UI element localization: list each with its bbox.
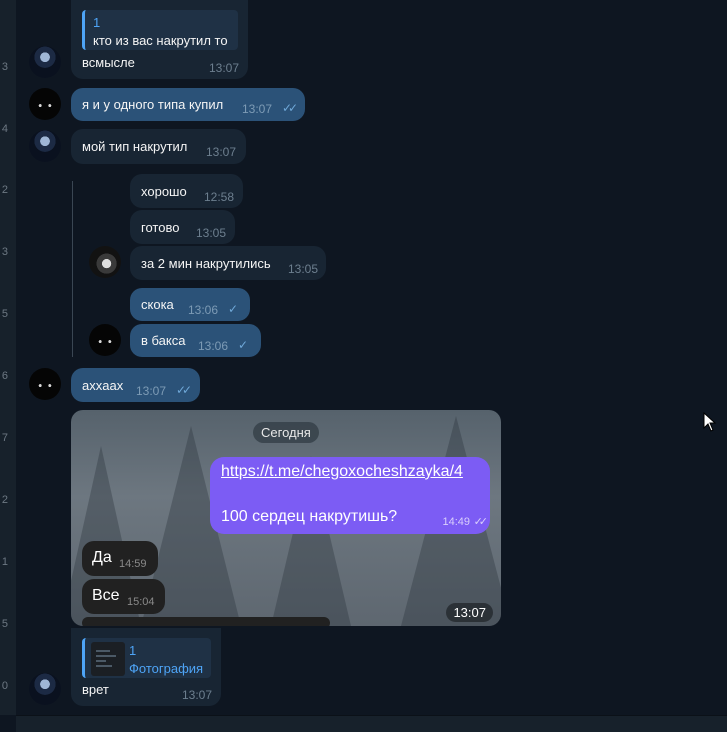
message-time: 13:05 <box>288 262 319 276</box>
gutter-number: 0 <box>1 680 8 692</box>
message-text: я и у одного типа купил <box>82 97 224 112</box>
gutter-number: 3 <box>1 246 8 258</box>
quote-text: кто из вас накрутил то <box>93 33 228 48</box>
message-bubble[interactable]: за 2 мин накрутились 13:05 <box>130 246 326 280</box>
incoming-message-bubble: Да 14:59 <box>82 541 158 576</box>
quote-author: 1 <box>129 643 137 658</box>
message-time: 12:58 <box>204 190 235 204</box>
gutter-number: 7 <box>1 432 8 444</box>
message-bubble[interactable]: готово 13:05 <box>130 210 235 244</box>
message-bubble[interactable]: в бакса 13:06 ✓ <box>130 324 261 357</box>
message-time: 13:06 <box>198 339 229 353</box>
composer-bar[interactable] <box>16 715 727 732</box>
message-time: 14:59 <box>119 558 147 570</box>
outgoing-message-bubble: https://t.me/chegoxocheshzayka/4 100 сер… <box>210 457 490 534</box>
sent-check-icon: ✓ <box>228 302 238 316</box>
message-time: 15:04 <box>127 596 155 608</box>
message-text: врет <box>82 682 109 697</box>
message-text: за 2 мин накрутились <box>141 256 271 271</box>
incoming-message-bubble: Все 15:04 <box>82 579 165 614</box>
gutter-number: 2 <box>1 184 8 196</box>
message-link: https://t.me/chegoxocheshzayka/4 <box>221 463 463 480</box>
message-text: Да <box>92 549 112 566</box>
message-bubble[interactable]: хорошо 12:58 <box>130 174 243 208</box>
avatar[interactable] <box>89 246 121 278</box>
gutter-number: 4 <box>1 123 8 135</box>
message-text: 100 сердец накрутишь? <box>221 508 398 525</box>
message-text: всмысле <box>82 55 135 70</box>
read-checks-icon: ✓✓ <box>282 101 298 115</box>
message-text: мой тип накрутил <box>82 139 188 154</box>
message-bubble[interactable]: ахxаах 13:07 ✓✓ <box>71 368 200 402</box>
message-time: 13:07 <box>182 688 213 702</box>
message-time: 13:06 <box>188 303 219 317</box>
thread-line <box>72 181 73 357</box>
message-bubble[interactable]: мой тип накрутил 13:07 <box>71 129 246 164</box>
message-text: готово <box>141 220 180 235</box>
message-time: 13:07 <box>446 603 493 622</box>
line-number-gutter: 3 4 2 3 5 6 7 2 1 5 0 <box>0 0 16 715</box>
quote-text: Фотография <box>129 661 204 676</box>
message-time: 13:07 <box>242 102 273 116</box>
avatar[interactable] <box>29 673 61 705</box>
gutter-number: 5 <box>1 618 8 630</box>
gutter-number: 1 <box>1 556 8 568</box>
incoming-message-bubble <box>82 617 330 626</box>
message-bubble[interactable]: 1 Фотография врет 13:07 <box>71 628 221 706</box>
avatar[interactable] <box>29 368 61 400</box>
message-time: 13:05 <box>196 226 227 240</box>
gutter-number: 2 <box>1 494 8 506</box>
message-time: 14:49 <box>442 516 470 528</box>
avatar[interactable] <box>29 130 61 162</box>
gutter-number: 5 <box>1 308 8 320</box>
message-time: 13:07 <box>209 61 240 75</box>
message-time: 13:07 <box>136 384 167 398</box>
sent-check-icon: ✓ <box>238 338 248 352</box>
message-text: Все <box>92 587 120 604</box>
read-checks-icon: ✓✓ <box>473 516 489 528</box>
message-time: 13:07 <box>206 145 237 159</box>
avatar[interactable] <box>29 88 61 120</box>
avatar[interactable] <box>29 46 61 78</box>
message-text: хорошо <box>141 184 187 199</box>
message-text: в бакса <box>141 333 186 348</box>
mouse-cursor-icon <box>703 412 717 432</box>
reply-quote[interactable]: 1 кто из вас накрутил то <box>82 10 238 50</box>
date-separator: Сегодня <box>253 422 319 443</box>
gutter-number: 6 <box>1 370 8 382</box>
screenshot-image[interactable]: Сегодня https://t.me/chegoxocheshzayka/4… <box>71 410 501 626</box>
message-bubble[interactable]: я и у одного типа купил 13:07 ✓✓ <box>71 88 305 121</box>
photo-thumbnail <box>91 642 125 676</box>
read-checks-icon: ✓✓ <box>176 383 192 397</box>
message-bubble[interactable]: 1 кто из вас накрутил то всмысле 13:07 <box>71 0 248 79</box>
quote-author: 1 <box>93 15 101 30</box>
gutter-number: 3 <box>1 61 8 73</box>
message-bubble[interactable]: скока 13:06 ✓ <box>130 288 250 321</box>
avatar[interactable] <box>89 324 121 356</box>
message-text: скока <box>141 297 174 312</box>
message-text: ахxаах <box>82 378 124 393</box>
reply-quote[interactable]: 1 Фотография <box>82 638 211 678</box>
